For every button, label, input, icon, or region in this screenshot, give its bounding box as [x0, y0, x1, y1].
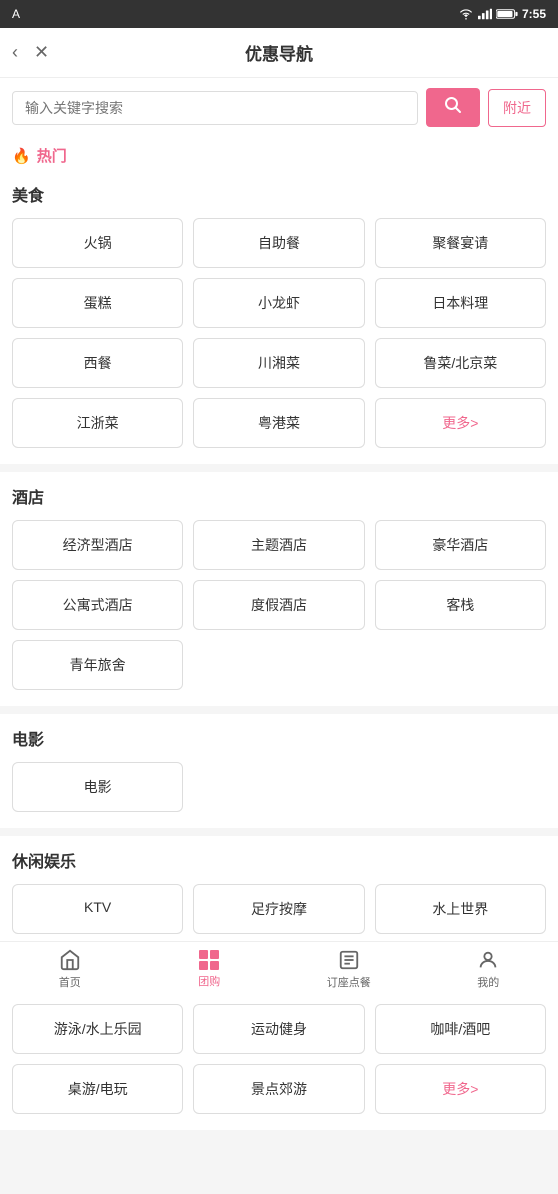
nearby-button[interactable]: 附近: [488, 89, 546, 127]
category-item-1-4[interactable]: 度假酒店: [193, 580, 364, 630]
header: ‹ ✕ 优惠导航: [0, 28, 558, 78]
category-title-1: 酒店: [12, 484, 546, 508]
category-item-3-10[interactable]: 景点郊游: [193, 1064, 364, 1114]
category-item-3-2[interactable]: 水上世界: [375, 884, 546, 934]
back-button[interactable]: ‹: [12, 42, 18, 63]
category-item-1-2[interactable]: 豪华酒店: [375, 520, 546, 570]
category-item-3-9[interactable]: 桌游/电玩: [12, 1064, 183, 1114]
category-item-3-8[interactable]: 咖啡/酒吧: [375, 1004, 546, 1054]
category-item-0-5[interactable]: 日本料理: [375, 278, 546, 328]
category-item-2-0[interactable]: 电影: [12, 762, 183, 812]
status-bar: A 7:55: [0, 0, 558, 28]
category-item-1-3[interactable]: 公寓式酒店: [12, 580, 183, 630]
order-icon: [338, 949, 360, 971]
category-item-1-5[interactable]: 客栈: [375, 580, 546, 630]
hot-section-label: 🔥 热门: [0, 137, 558, 170]
category-item-0-1[interactable]: 自助餐: [193, 218, 364, 268]
nav-item-group-buy[interactable]: 团购: [140, 942, 280, 997]
category-item-3-6[interactable]: 游泳/水上乐园: [12, 1004, 183, 1054]
nav-item-home[interactable]: 首页: [0, 942, 140, 997]
nav-label-group-buy: 团购: [198, 973, 220, 989]
category-item-1-6[interactable]: 青年旅舍: [12, 640, 183, 690]
category-title-2: 电影: [12, 726, 546, 750]
header-title: 优惠导航: [245, 40, 313, 65]
header-left-icons: ‹ ✕: [12, 42, 49, 63]
category-item-0-3[interactable]: 蛋糕: [12, 278, 183, 328]
category-item-0-2[interactable]: 聚餐宴请: [375, 218, 546, 268]
flame-icon: 🔥: [12, 147, 31, 165]
bottom-nav: 首页 团购 订座点餐 我的: [0, 941, 558, 997]
category-item-0-0[interactable]: 火锅: [12, 218, 183, 268]
category-section-1: 酒店经济型酒店主题酒店豪华酒店公寓式酒店度假酒店客栈青年旅舍: [0, 472, 558, 706]
category-grid-3: KTV足疗按摩水上世界亲子游玩温泉洗浴/汗蒸游泳/水上乐园运动健身咖啡/酒吧桌游…: [12, 884, 546, 1114]
nav-item-order[interactable]: 订座点餐: [279, 942, 419, 997]
category-title-0: 美食: [12, 182, 546, 206]
category-item-3-0[interactable]: KTV: [12, 884, 183, 934]
home-icon: [59, 949, 81, 971]
page-content: 附近 🔥 热门 美食火锅自助餐聚餐宴请蛋糕小龙虾日本料理西餐川湘菜鲁菜/北京菜江…: [0, 78, 558, 1194]
search-input[interactable]: [12, 91, 418, 125]
status-bar-left: A: [12, 7, 20, 21]
category-item-0-9[interactable]: 江浙菜: [12, 398, 183, 448]
search-button[interactable]: [426, 88, 480, 127]
time: 7:55: [522, 7, 546, 21]
category-item-3-7[interactable]: 运动健身: [193, 1004, 364, 1054]
nav-label-mine: 我的: [477, 974, 499, 990]
category-item-0-11[interactable]: 更多>: [375, 398, 546, 448]
category-item-3-11[interactable]: 更多>: [375, 1064, 546, 1114]
category-item-0-4[interactable]: 小龙虾: [193, 278, 364, 328]
nav-label-home: 首页: [59, 974, 81, 990]
nav-label-order: 订座点餐: [327, 974, 371, 990]
category-item-0-10[interactable]: 粤港菜: [193, 398, 364, 448]
category-section-0: 美食火锅自助餐聚餐宴请蛋糕小龙虾日本料理西餐川湘菜鲁菜/北京菜江浙菜粤港菜更多>: [0, 170, 558, 464]
status-bar-right: 7:55: [458, 7, 546, 21]
category-item-0-8[interactable]: 鲁菜/北京菜: [375, 338, 546, 388]
battery-icon: [496, 8, 518, 20]
category-grid-0: 火锅自助餐聚餐宴请蛋糕小龙虾日本料理西餐川湘菜鲁菜/北京菜江浙菜粤港菜更多>: [12, 218, 546, 448]
signal-icon: [478, 8, 492, 20]
category-item-0-7[interactable]: 川湘菜: [193, 338, 364, 388]
category-title-3: 休闲娱乐: [12, 848, 546, 872]
category-item-1-0[interactable]: 经济型酒店: [12, 520, 183, 570]
grid-icon: [199, 950, 219, 970]
category-item-1-1[interactable]: 主题酒店: [193, 520, 364, 570]
nav-item-mine[interactable]: 我的: [419, 942, 558, 997]
category-grid-1: 经济型酒店主题酒店豪华酒店公寓式酒店度假酒店客栈青年旅舍: [12, 520, 546, 690]
hot-text: 热门: [37, 145, 67, 166]
app-label: A: [12, 7, 20, 21]
category-item-0-6[interactable]: 西餐: [12, 338, 183, 388]
category-section-2: 电影电影: [0, 714, 558, 828]
wifi-icon: [458, 8, 474, 20]
category-grid-2: 电影: [12, 762, 546, 812]
search-bar: 附近: [0, 78, 558, 137]
search-icon: [444, 96, 462, 114]
user-icon: [477, 949, 499, 971]
category-item-3-1[interactable]: 足疗按摩: [193, 884, 364, 934]
close-button[interactable]: ✕: [34, 42, 49, 63]
